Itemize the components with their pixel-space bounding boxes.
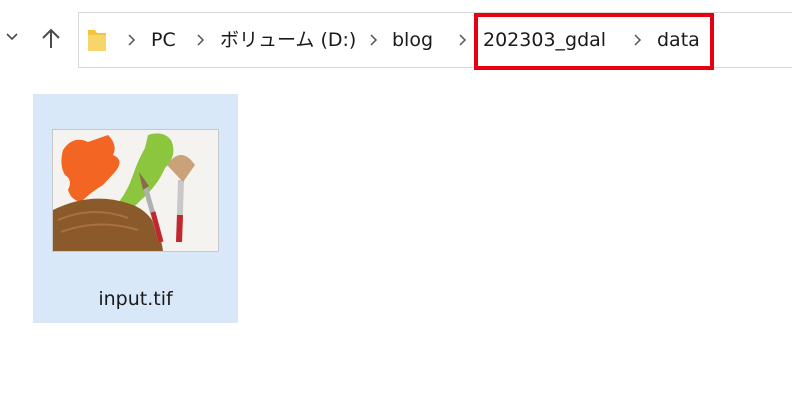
folder-icon <box>88 30 106 51</box>
painting-image-icon <box>53 130 218 251</box>
file-name: input.tif <box>98 288 173 310</box>
recent-locations-chevron-icon[interactable] <box>3 27 21 45</box>
highlight-box <box>474 13 714 70</box>
up-arrow-icon[interactable] <box>38 25 64 51</box>
breadcrumb-volume-d[interactable]: ボリューム (D:) <box>220 27 356 53</box>
breadcrumb-blog[interactable]: blog <box>392 27 433 53</box>
file-thumbnail <box>52 129 219 252</box>
chevron-right-icon[interactable] <box>457 33 467 47</box>
file-item[interactable]: input.tif <box>33 94 238 323</box>
breadcrumb-pc[interactable]: PC <box>151 27 176 53</box>
chevron-right-icon[interactable] <box>195 33 205 47</box>
navigation-bar: PC ボリューム (D:) blog 202303_gdal data <box>0 0 792 83</box>
chevron-right-icon[interactable] <box>368 33 378 47</box>
chevron-right-icon[interactable] <box>126 33 136 47</box>
